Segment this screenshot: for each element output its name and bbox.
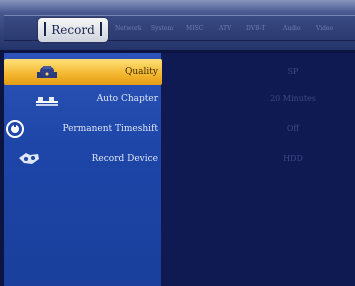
- setting-quality[interactable]: Quality: [4, 60, 161, 84]
- tab-misc[interactable]: MISC: [186, 22, 203, 36]
- setting-quality-label: Quality: [125, 67, 158, 77]
- tab-marker-left: [44, 22, 46, 36]
- tab-record[interactable]: Record: [38, 18, 108, 42]
- setting-permanent-timeshift-value: Off: [286, 124, 300, 133]
- tab-marker-right: [100, 22, 102, 36]
- setting-record-device-value: HDD: [283, 154, 303, 163]
- setting-auto-chapter-label: Auto Chapter: [96, 94, 158, 104]
- tab-audio[interactable]: Audio: [283, 22, 301, 36]
- setting-record-device-label: Record Device: [91, 154, 158, 164]
- setting-auto-chapter[interactable]: Auto Chapter: [4, 87, 161, 111]
- setting-permanent-timeshift[interactable]: Permanent Timeshift: [4, 117, 161, 141]
- setting-record-device[interactable]: Record Device: [4, 147, 161, 171]
- chapter-icon: [36, 97, 58, 106]
- setting-permanent-timeshift-label: Permanent Timeshift: [62, 124, 158, 134]
- tab-record-label: Record: [51, 23, 95, 37]
- tab-atv[interactable]: ATV: [219, 22, 231, 36]
- tab-dvbt[interactable]: DVB-T: [246, 22, 265, 36]
- header-glow: [0, 0, 355, 12]
- record-quality-icon: [37, 66, 57, 78]
- timeshift-icon: [6, 120, 24, 138]
- record-device-icon: [19, 153, 39, 164]
- setting-quality-value: SP: [287, 67, 299, 76]
- tab-video[interactable]: Video: [316, 22, 333, 36]
- tab-network[interactable]: Network: [115, 22, 141, 36]
- tab-system[interactable]: System: [151, 22, 173, 36]
- setting-auto-chapter-value: 20 Minutes: [270, 94, 316, 103]
